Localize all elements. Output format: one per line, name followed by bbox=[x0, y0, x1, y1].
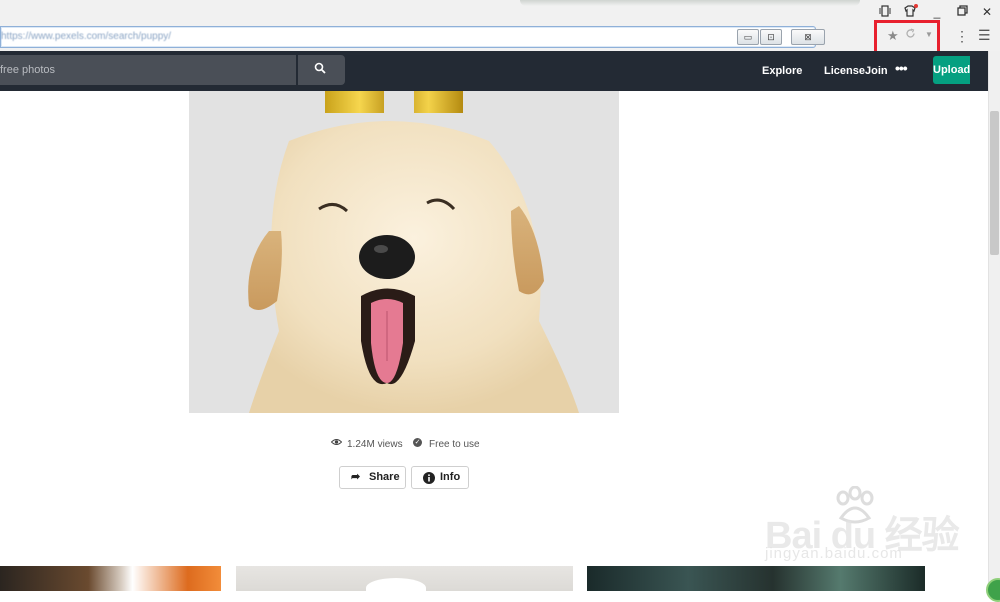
search-icon bbox=[314, 62, 328, 76]
nav-explore-link[interactable]: Explore bbox=[762, 65, 802, 77]
restore-icon[interactable] bbox=[955, 5, 969, 19]
puppy-photo[interactable] bbox=[189, 91, 619, 413]
related-photo-thumbnail[interactable] bbox=[0, 566, 221, 591]
chevron-down-icon[interactable]: ▼ bbox=[925, 30, 933, 39]
share-arrow-icon: ➦ bbox=[351, 471, 361, 483]
search-input[interactable]: free photos bbox=[0, 55, 296, 85]
address-bar[interactable]: https://www.pexels.com/search/puppy/ ▭ ⊡… bbox=[0, 26, 825, 48]
upload-button[interactable]: Upload bbox=[933, 56, 970, 84]
hamburger-menu-icon[interactable]: ☰ bbox=[978, 27, 991, 44]
scrollbar-thumb[interactable] bbox=[990, 111, 999, 255]
related-photo-thumbnail[interactable] bbox=[236, 566, 573, 591]
corner-badge-icon[interactable] bbox=[986, 578, 1000, 602]
views-count: 1.24M views bbox=[347, 439, 403, 450]
eye-icon bbox=[330, 438, 343, 449]
check-circle-icon: ✓ bbox=[413, 438, 422, 447]
browser-toolbar: https://www.pexels.com/search/puppy/ ▭ ⊡… bbox=[0, 24, 1000, 51]
window-mode-button[interactable]: ⊡ bbox=[760, 29, 782, 45]
close-icon[interactable]: ✕ bbox=[980, 5, 994, 19]
notification-dot bbox=[914, 4, 918, 8]
nav-license-link[interactable]: License bbox=[824, 65, 865, 77]
search-button[interactable] bbox=[298, 55, 345, 85]
compact-mode-button[interactable]: ▭ bbox=[737, 29, 759, 45]
more-vert-icon[interactable]: ⋮ bbox=[955, 28, 969, 45]
info-button[interactable]: Info bbox=[411, 466, 469, 489]
share-label: Share bbox=[369, 471, 400, 483]
thumbnail-puppy bbox=[366, 578, 426, 591]
tab-strip bbox=[520, 0, 860, 6]
search-placeholder: free photos bbox=[0, 64, 56, 76]
close-mode-button[interactable]: ⊠ bbox=[791, 29, 825, 45]
license-status: Free to use bbox=[429, 439, 480, 450]
share-button[interactable]: ➦ Share bbox=[339, 466, 406, 489]
star-icon[interactable]: ★ bbox=[887, 28, 899, 44]
nav-more-button[interactable]: ••• bbox=[895, 60, 908, 76]
refresh-icon[interactable] bbox=[905, 28, 916, 42]
device-icon[interactable] bbox=[878, 5, 892, 19]
page-scrollbar[interactable] bbox=[988, 51, 1000, 591]
url-text: https://www.pexels.com/search/puppy/ bbox=[1, 31, 172, 42]
site-header: free photos Explore License Join ••• Upl… bbox=[0, 51, 988, 91]
crown-gap bbox=[384, 91, 414, 113]
nav-join-link[interactable]: Join bbox=[865, 65, 888, 77]
address-bar-buttons: ▭ ⊡ ⊠ bbox=[737, 29, 826, 45]
info-label: Info bbox=[440, 471, 461, 483]
browser-titlebar: _ ✕ bbox=[0, 0, 1000, 24]
minimize-icon[interactable]: _ bbox=[930, 5, 944, 19]
watermark-url: jingyan.baidu.com bbox=[765, 545, 903, 562]
info-icon bbox=[423, 471, 435, 492]
related-photo-thumbnail[interactable] bbox=[587, 566, 925, 591]
